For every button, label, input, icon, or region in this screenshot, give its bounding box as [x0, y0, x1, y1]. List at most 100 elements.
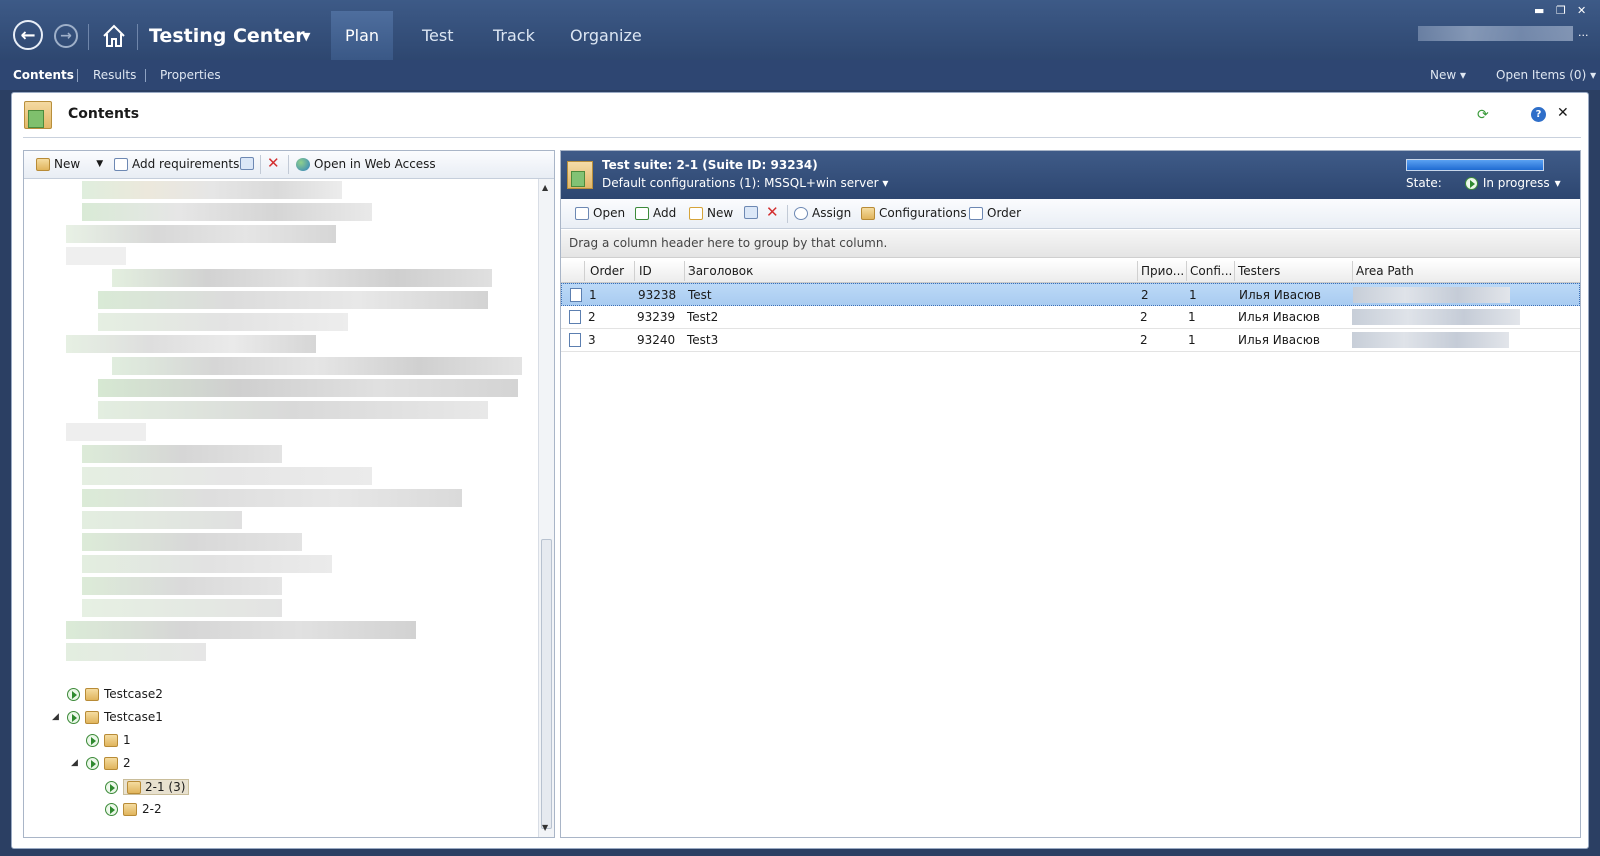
subnav-results[interactable]: Results — [93, 68, 136, 82]
tab-plan[interactable]: Plan — [331, 11, 393, 63]
tree-node-label: 1 — [123, 733, 131, 747]
chevron-down-icon[interactable]: ▼ — [96, 159, 103, 169]
page-title: Contents — [68, 106, 140, 122]
delete-button[interactable]: ✕ — [267, 154, 280, 172]
tab-test[interactable]: Test — [422, 26, 454, 45]
new-menu-button[interactable]: New ▾ — [1430, 68, 1466, 82]
copy-button[interactable] — [744, 206, 758, 219]
column-header-testers[interactable]: Testers — [1238, 264, 1280, 278]
scrollbar-thumb[interactable] — [541, 539, 552, 829]
tree-node-testcase2[interactable]: Testcase2 — [52, 687, 163, 701]
order-label: Order — [987, 206, 1022, 220]
scroll-up-icon[interactable]: ▲ — [542, 183, 548, 192]
suite-progress-bar — [1406, 159, 1544, 171]
default-configurations[interactable]: Default configurations (1): MSSQL+win se… — [602, 176, 888, 190]
cell-id: 93239 — [637, 310, 676, 324]
test-case-icon — [570, 288, 582, 302]
cell-order: 1 — [589, 288, 597, 302]
cell-order: 2 — [588, 310, 596, 324]
add-icon — [635, 206, 649, 220]
restore-icon[interactable]: ❐ — [1556, 4, 1566, 17]
new-icon — [689, 206, 703, 220]
tree-node-label: 2-2 — [142, 802, 162, 816]
column-divider — [684, 261, 685, 281]
user-suffix: ... — [1578, 26, 1589, 39]
tab-track[interactable]: Track — [493, 26, 535, 45]
open-in-web-access-button[interactable]: Open in Web Access — [296, 157, 436, 171]
open-items-button[interactable]: Open Items (0) ▾ — [1496, 68, 1596, 82]
back-icon[interactable]: ← — [13, 20, 43, 50]
copy-suite-button[interactable] — [240, 157, 254, 170]
new-button[interactable]: New ▼ — [36, 157, 103, 171]
cell-id: 93238 — [638, 288, 677, 302]
assign-button[interactable]: Assign — [794, 206, 851, 220]
subnav-properties[interactable]: Properties — [160, 68, 221, 82]
delete-icon: ✕ — [267, 154, 280, 172]
tree-node-2-2[interactable]: 2-2 — [90, 802, 162, 816]
refresh-icon[interactable]: ⟳ — [1477, 107, 1489, 123]
state-value: In progress — [1482, 176, 1550, 190]
cell-priority: 2 — [1140, 333, 1148, 347]
column-header-configurations[interactable]: Confi... — [1190, 264, 1232, 278]
tree-expander[interactable]: ◢ — [71, 758, 81, 768]
suite-folder-icon — [127, 780, 141, 794]
forward-icon[interactable]: → — [54, 24, 78, 48]
column-divider — [634, 261, 635, 281]
tree-node-2[interactable]: ◢ 2 — [71, 756, 131, 770]
order-icon — [969, 206, 983, 220]
configurations-button[interactable]: Configurations — [861, 206, 967, 220]
tree-node-2-1[interactable]: 2-1 (3) — [90, 779, 190, 795]
column-header-title[interactable]: Заголовок — [688, 264, 753, 278]
help-icon[interactable]: ? — [1531, 107, 1546, 122]
test-case-row[interactable]: 3 93240 Test3 2 1 Илья Ивасюв — [561, 329, 1580, 352]
test-case-icon — [569, 333, 581, 347]
column-divider — [1186, 261, 1187, 281]
suite-status-icon — [105, 802, 118, 816]
close-icon[interactable]: ✕ — [1577, 4, 1586, 17]
tree-expander[interactable]: ◢ — [52, 712, 62, 722]
tree-node-testcase1[interactable]: ◢ Testcase1 — [52, 710, 163, 724]
order-button[interactable]: Order — [969, 206, 1021, 220]
suite-status-icon — [67, 710, 80, 724]
tree-node-1[interactable]: 1 — [71, 733, 131, 747]
chevron-down-icon[interactable]: ▼ — [302, 30, 310, 43]
contents-panel: Contents ⟳ ? ✕ New ▼ Add requirements ✕ … — [11, 92, 1589, 849]
tree-toolbar: New ▼ Add requirements ✕ Open in Web Acc… — [24, 151, 554, 179]
copy-icon — [240, 157, 254, 170]
test-case-row[interactable]: 1 93238 Test 2 1 Илья Ивасюв — [561, 283, 1580, 306]
tree-node-label: 2-1 (3) — [145, 780, 186, 794]
subnav-contents[interactable]: Contents — [13, 68, 74, 82]
group-by-hint[interactable]: Drag a column header here to group by th… — [561, 230, 1580, 258]
scroll-down-icon[interactable]: ▼ — [542, 823, 548, 832]
column-header-area-path[interactable]: Area Path — [1356, 264, 1414, 278]
cell-order: 3 — [588, 333, 596, 347]
minimize-icon[interactable]: ▬ — [1534, 4, 1544, 17]
grid-column-headers: Order ID Заголовок Прио... Confi... Test… — [561, 259, 1580, 283]
cell-configurations: 1 — [1188, 310, 1196, 324]
suite-tree-pane: New ▼ Add requirements ✕ Open in Web Acc… — [23, 150, 555, 838]
test-case-row[interactable]: 2 93239 Test2 2 1 Илья Ивасюв — [561, 306, 1580, 329]
chevron-down-icon: ▾ — [1554, 176, 1561, 190]
add-requirements-button[interactable]: Add requirements — [114, 157, 239, 171]
add-label: Add — [653, 206, 677, 220]
open-web-label: Open in Web Access — [314, 157, 436, 171]
close-panel-icon[interactable]: ✕ — [1557, 105, 1569, 121]
add-button[interactable]: Add — [635, 206, 676, 220]
test-case-toolbar: Open Add New ✕ Assign Configurations Ord… — [561, 199, 1580, 229]
in-progress-icon — [1464, 176, 1478, 190]
suite-state[interactable]: State: In progress ▾ — [1406, 176, 1561, 190]
column-header-priority[interactable]: Прио... — [1141, 264, 1184, 278]
column-header-id[interactable]: ID — [639, 264, 652, 278]
tab-organize[interactable]: Organize — [570, 26, 642, 45]
tree-scrollbar[interactable]: ▲ ▼ — [538, 179, 554, 837]
column-header-order[interactable]: Order — [590, 264, 624, 278]
new-test-case-button[interactable]: New — [689, 206, 733, 220]
open-icon — [575, 206, 589, 220]
cell-area-path — [1353, 287, 1510, 303]
app-title: Testing Center — [149, 25, 305, 47]
selected-node-highlight: 2-1 (3) — [123, 779, 190, 795]
open-button[interactable]: Open — [575, 206, 625, 220]
remove-button[interactable]: ✕ — [766, 203, 779, 221]
home-icon[interactable] — [100, 22, 128, 50]
suite-folder-icon — [85, 710, 99, 724]
